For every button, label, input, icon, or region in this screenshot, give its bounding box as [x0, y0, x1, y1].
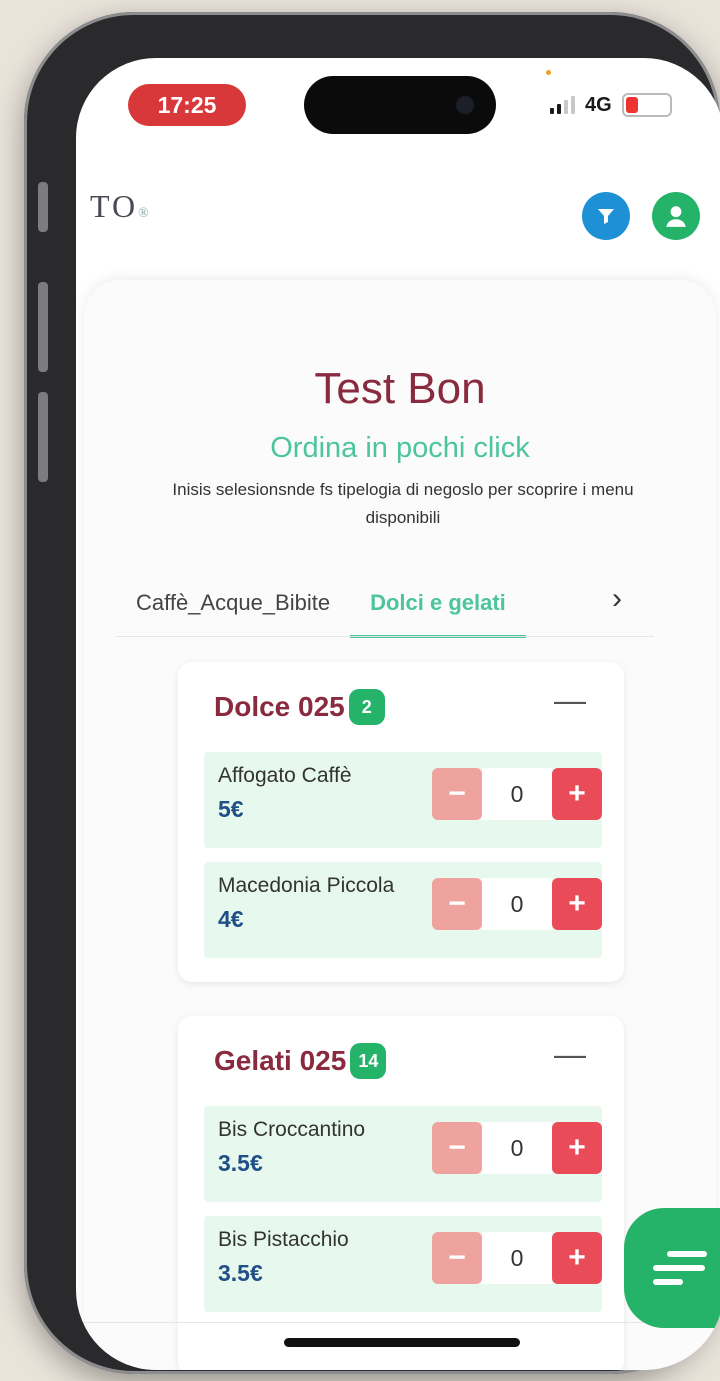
menu-item: Macedonia Piccola 4€ − 0 +: [204, 862, 602, 958]
app-logo[interactable]: TO®: [90, 188, 152, 225]
decrease-button[interactable]: −: [432, 1232, 482, 1284]
increase-button[interactable]: +: [552, 1232, 602, 1284]
menu-item: Bis Croccantino 3.5€ − 0 +: [204, 1106, 602, 1202]
status-time: 17:25: [128, 84, 246, 126]
quantity-field[interactable]: 0: [482, 878, 552, 930]
quantity-field[interactable]: 0: [482, 1232, 552, 1284]
battery-level: 10: [639, 97, 654, 113]
action-button: [38, 182, 48, 232]
quantity-stepper: − 0 +: [432, 1232, 602, 1284]
increase-button[interactable]: +: [552, 1122, 602, 1174]
logo-suffix: ®: [138, 206, 152, 221]
page-description: Inisis selesionsnde fs tipelogia di nego…: [172, 480, 634, 527]
decrease-button[interactable]: −: [432, 878, 482, 930]
signal-icon: [550, 96, 575, 114]
chevron-right-icon[interactable]: ›: [612, 582, 622, 616]
quantity-field[interactable]: 0: [482, 1122, 552, 1174]
dynamic-island: [304, 76, 496, 134]
tab-caffe-acque-bibite[interactable]: Caffè_Acque_Bibite: [116, 568, 350, 638]
home-indicator[interactable]: [284, 1338, 520, 1347]
bottom-divider: [76, 1322, 720, 1323]
network-label: 4G: [585, 93, 612, 116]
battery-icon: 10: [621, 93, 672, 117]
cart-summary-button[interactable]: [624, 1208, 720, 1328]
group-name: Gelati 025: [214, 1045, 347, 1076]
menu-group-dolce: Dolce 025 2 — Affogato Caffè 5€ − 0 + Ma…: [178, 662, 624, 982]
volume-up-button: [38, 282, 48, 372]
user-icon: [666, 206, 686, 227]
quantity-stepper: − 0 +: [432, 878, 602, 930]
camera-icon: [456, 96, 474, 114]
menu-group-gelati: Gelati 025 14 — Bis Croccantino 3.5€ − 0…: [178, 1016, 624, 1370]
phone-frame: 17:25 4G 10 TO® Test Bon Ordina in pochi…: [24, 12, 720, 1374]
screen: 17:25 4G 10 TO® Test Bon Ordina in pochi…: [76, 58, 720, 1370]
group-name: Dolce 025: [214, 691, 345, 722]
increase-button[interactable]: +: [552, 768, 602, 820]
group-header[interactable]: Dolce 025 2 —: [178, 662, 624, 752]
count-badge: 2: [348, 689, 385, 725]
filter-icon: [598, 209, 614, 224]
decrease-button[interactable]: −: [432, 1122, 482, 1174]
quantity-field[interactable]: 0: [482, 768, 552, 820]
increase-button[interactable]: +: [552, 878, 602, 930]
quantity-stepper: − 0 +: [432, 768, 602, 820]
count-badge: 14: [350, 1043, 387, 1079]
page-subtitle: Ordina in pochi click: [270, 432, 530, 464]
menu-item: Affogato Caffè 5€ − 0 +: [204, 752, 602, 848]
profile-button[interactable]: [652, 192, 700, 240]
filter-button[interactable]: [582, 192, 630, 240]
tabs-divider: [116, 636, 654, 637]
menu-item: Bis Pistacchio 3.5€ − 0 +: [204, 1216, 602, 1312]
status-indicators: 4G 10: [550, 88, 672, 122]
page-title: Test Bon: [314, 364, 486, 413]
volume-down-button: [38, 392, 48, 482]
logo-text: TO: [90, 188, 139, 224]
privacy-indicator: [546, 70, 551, 75]
group-header[interactable]: Gelati 025 14 —: [178, 1016, 624, 1106]
quantity-stepper: − 0 +: [432, 1122, 602, 1174]
collapse-button[interactable]: —: [554, 1036, 586, 1073]
tab-dolci-e-gelati[interactable]: Dolci e gelati: [350, 568, 526, 638]
menu-lines-icon: [667, 1251, 707, 1257]
decrease-button[interactable]: −: [432, 768, 482, 820]
collapse-button[interactable]: —: [554, 682, 586, 719]
